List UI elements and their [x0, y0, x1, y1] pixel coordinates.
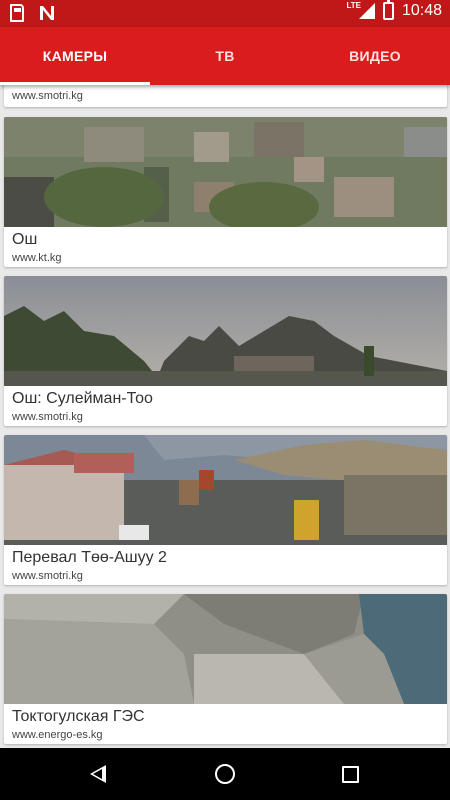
back-icon [90, 765, 106, 783]
camera-card[interactable]: Токтогулская ГЭС www.energo-es.kg [4, 594, 447, 744]
selected-tab-indicator [0, 82, 150, 85]
camera-source: www.kt.kg [12, 252, 62, 264]
nav-recent-apps-button[interactable] [320, 748, 380, 800]
camera-card[interactable]: Перевал Төө-Ашуу 2 www.smotri.kg [4, 435, 447, 585]
tab-cameras[interactable]: КАМЕРЫ [0, 27, 150, 85]
app-bar: КАМЕРЫ ТВ ВИДЕО [0, 27, 450, 85]
camera-source: www.energo-es.kg [12, 729, 103, 741]
status-time: 10:48 [401, 2, 442, 19]
camera-card[interactable]: Ош www.kt.kg [4, 117, 447, 267]
system-nav-bar [0, 748, 450, 800]
status-bar: LTE 10:48 [0, 0, 450, 27]
camera-title: Ош: Сулейман-Тоо [12, 390, 153, 407]
notification-n-icon [38, 4, 56, 22]
sd-card-icon [10, 4, 24, 22]
battery-charging-icon [382, 0, 394, 20]
camera-title: Перевал Төө-Ашуу 2 [12, 549, 167, 566]
tab-video[interactable]: ВИДЕО [300, 27, 450, 85]
nav-back-button[interactable] [68, 748, 128, 800]
tab-tv[interactable]: ТВ [150, 27, 300, 85]
home-icon [215, 764, 235, 784]
camera-source: www.smotri.kg [12, 411, 83, 423]
camera-source: www.smotri.kg [12, 570, 83, 582]
nav-home-button[interactable] [195, 748, 255, 800]
camera-thumbnail [4, 594, 447, 704]
recent-apps-icon [341, 765, 359, 783]
camera-thumbnail [4, 276, 447, 386]
camera-card[interactable]: Ош: Сулейман-Тоо www.smotri.kg [4, 276, 447, 426]
camera-thumbnail [4, 435, 447, 545]
camera-card[interactable]: www.smotri.kg [4, 85, 447, 107]
signal-icon [358, 3, 375, 19]
camera-title: Ош [12, 231, 38, 248]
camera-thumbnail [4, 117, 447, 227]
camera-title: Токтогулская ГЭС [12, 708, 145, 725]
camera-source: www.smotri.kg [12, 90, 83, 102]
camera-list[interactable]: www.smotri.kg Ош www.kt.kg Ош: Сулейман-… [0, 85, 450, 748]
network-type-label: LTE [346, 0, 361, 10]
